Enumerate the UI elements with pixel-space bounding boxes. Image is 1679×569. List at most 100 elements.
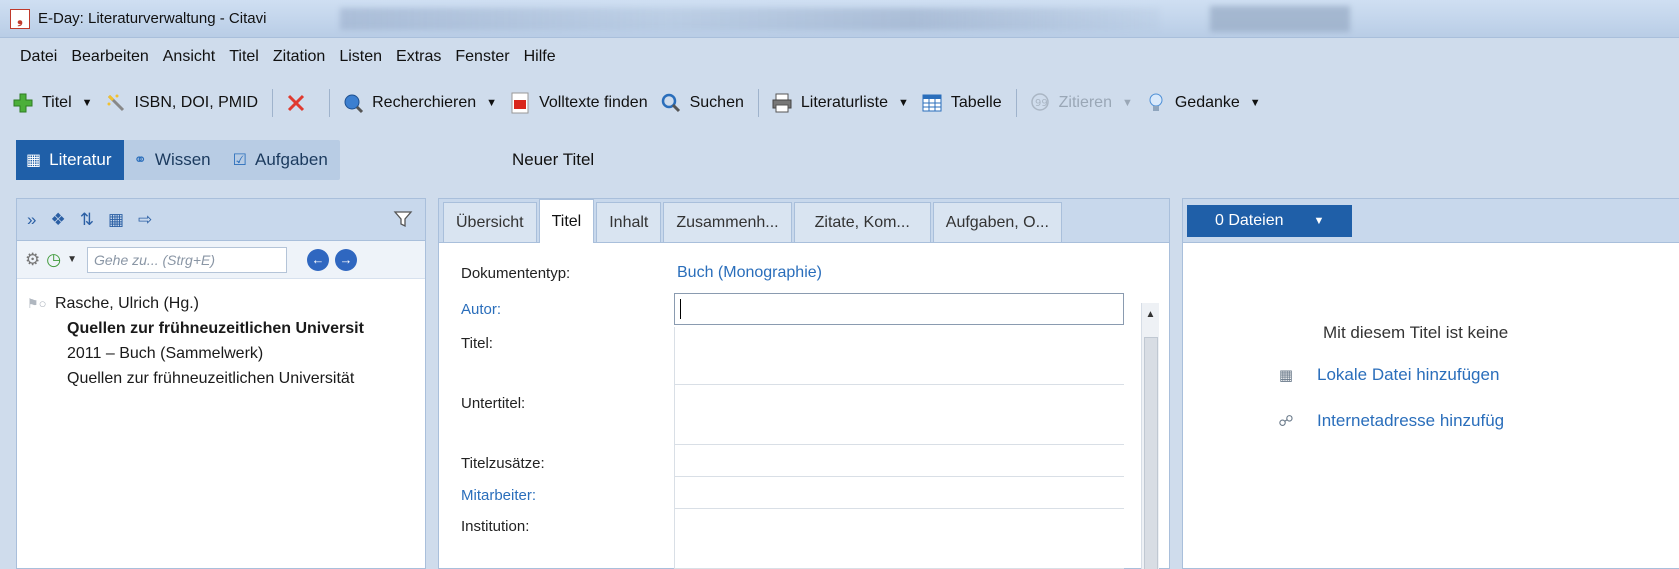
title-form: Dokumententyp: Buch (Monographie) Autor:… [439,243,1169,569]
toolbar-separator [757,89,759,117]
entry-series: Quellen zur frühneuzeitlichen Universitä… [67,370,355,387]
add-file-icon: ▦ [1278,367,1294,384]
menu-bar: Datei Bearbeiten Ansicht Titel Zitation … [0,40,1679,74]
tab-uebersicht[interactable]: Übersicht [443,202,537,242]
chevron-down-icon: ▼ [81,97,93,109]
flag-icon: ⚑○ [27,296,47,311]
tab-zitate[interactable]: Zitate, Kom... [793,202,931,242]
delete-x-icon [285,92,307,114]
delete-button[interactable] [285,92,315,114]
chevron-down-icon[interactable]: ▼ [67,254,77,265]
chevron-down-icon: ▼ [1121,97,1133,109]
tabelle-button[interactable]: Tabelle [921,92,1002,114]
literaturliste-button[interactable]: Literaturliste ▼ [771,92,909,114]
label-icon[interactable]: ❖ [50,210,65,230]
titelzusaetze-label: Titelzusätze: [461,455,545,472]
attachments-panel: 0 Dateien ▼ Mit diesem Titel ist keine ▦… [1182,198,1679,569]
tab-zusammenhang[interactable]: Zusammenh... [663,202,792,242]
table-icon [921,92,943,114]
menu-hilfe[interactable]: Hilfe [517,48,563,66]
mitarbeiter-field[interactable] [674,477,1124,509]
goto-bar: ⚙ ◷ ▼ Gehe zu... (Strg+E) ← → [17,241,425,279]
no-files-message: Mit diesem Titel ist keine [1323,323,1509,342]
autor-field[interactable] [674,293,1124,325]
list-item[interactable]: ⚑○ Rasche, Ulrich (Hg.) Quellen zur früh… [17,279,425,391]
export-icon[interactable]: ⇨ [138,210,152,230]
pdf-icon [509,92,531,114]
dateien-dropdown[interactable]: 0 Dateien ▼ [1187,204,1352,237]
tab-inhalt[interactable]: Inhalt [596,202,662,242]
untertitel-field[interactable] [674,385,1124,445]
titelzusaetze-field[interactable] [674,445,1124,477]
text-cursor [680,299,681,319]
toolbar-separator [272,89,274,117]
back-arrow-icon[interactable]: ← [307,248,329,271]
entry-title: Quellen zur frühneuzeitlichen Universit [67,320,364,337]
menu-extras[interactable]: Extras [389,48,448,66]
institution-label: Institution: [461,518,530,535]
gedanke-button[interactable]: Gedanke ▼ [1145,92,1261,114]
suchen-button[interactable]: Suchen [660,92,744,114]
sort-icon[interactable]: ⇅ [80,210,94,230]
books-icon: ▦ [26,152,42,169]
chevron-down-icon: ▼ [898,97,909,109]
reference-list-panel: » ❖ ⇅ ▦ ⇨ ⚙ ◷ ▼ Gehe zu... (Strg+E) ← → … [16,198,426,569]
menu-fenster[interactable]: Fenster [448,48,516,66]
window-title: E-Day: Literaturverwaltung - Citavi [38,10,267,27]
attachments-toolbar: 0 Dateien ▼ [1183,199,1679,243]
autor-label[interactable]: Autor: [461,301,501,318]
forward-arrow-icon[interactable]: → [335,248,357,271]
add-local-file-link[interactable]: ▦ Lokale Datei hinzufügen [1275,365,1500,385]
scrollbar-thumb[interactable] [1144,337,1158,569]
view-switcher: ▦ Literatur ⚭ Wissen ☑ Aufgaben [16,140,340,180]
menu-bearbeiten[interactable]: Bearbeiten [64,48,155,66]
title-editor-panel: Übersicht Titel Inhalt Zusammenh... Zita… [438,198,1170,569]
zitieren-button[interactable]: 99 Zitieren ▼ [1029,92,1133,114]
quote-icon: 99 [1029,92,1051,114]
plus-icon [12,92,34,114]
menu-listen[interactable]: Listen [332,48,389,66]
gear-icon[interactable]: ⚙ [25,250,40,270]
blurred-region-2 [1210,6,1350,32]
mitarbeiter-label[interactable]: Mitarbeiter: [461,487,536,504]
add-internet-address-link[interactable]: ☍ Internetadresse hinzufüg [1275,411,1504,431]
history-icon[interactable]: ◷ [46,250,61,270]
editor-tabs: Übersicht Titel Inhalt Zusammenh... Zita… [439,199,1169,243]
entry-author: Rasche, Ulrich (Hg.) [54,295,199,312]
menu-ansicht[interactable]: Ansicht [156,48,222,66]
group-icon[interactable]: ▦ [108,210,124,230]
tab-aufgaben[interactable]: Aufgaben, O... [932,202,1062,242]
titel-field[interactable] [674,327,1124,385]
chevron-down-icon: ▼ [486,97,498,109]
menu-datei[interactable]: Datei [12,48,64,66]
goto-input[interactable]: Gehe zu... (Strg+E) [87,246,287,273]
nav-wissen[interactable]: ⚭ Wissen [124,140,223,180]
search-icon [660,92,682,114]
printer-icon [771,92,793,114]
add-title-button[interactable]: Titel ▼ [12,92,93,114]
entry-year-type: 2011 – Buch (Sammelwerk) [67,345,264,362]
filter-icon[interactable] [393,209,413,235]
institution-field[interactable] [674,509,1124,569]
vertical-scrollbar[interactable]: ▲ [1141,303,1159,569]
toolbar-separator [329,89,331,117]
nav-literatur[interactable]: ▦ Literatur [16,140,124,180]
titel-label: Titel: [461,335,493,352]
chevron-down-icon: ▼ [1249,97,1261,109]
globe-search-icon [342,92,364,114]
tab-titel[interactable]: Titel [538,199,595,243]
isbn-button[interactable]: ISBN, DOI, PMID [105,92,258,114]
dokumententyp-link[interactable]: Buch (Monographie) [677,264,822,282]
volltexte-finden-button[interactable]: Volltexte finden [509,92,648,114]
lightbulb-icon [1145,92,1167,114]
nav-aufgaben[interactable]: ☑ Aufgaben [223,140,340,180]
scroll-up-icon[interactable]: ▲ [1142,309,1159,320]
tasks-icon: ☑ [232,152,247,169]
menu-titel[interactable]: Titel [222,48,266,66]
add-link-icon: ☍ [1278,413,1294,430]
reference-list-toolbar: » ❖ ⇅ ▦ ⇨ [17,199,425,241]
knowledge-network-icon: ⚭ [133,152,147,169]
expand-icon[interactable]: » [27,210,36,230]
recherchieren-button[interactable]: Recherchieren ▼ [342,92,497,114]
menu-zitation[interactable]: Zitation [266,48,332,66]
